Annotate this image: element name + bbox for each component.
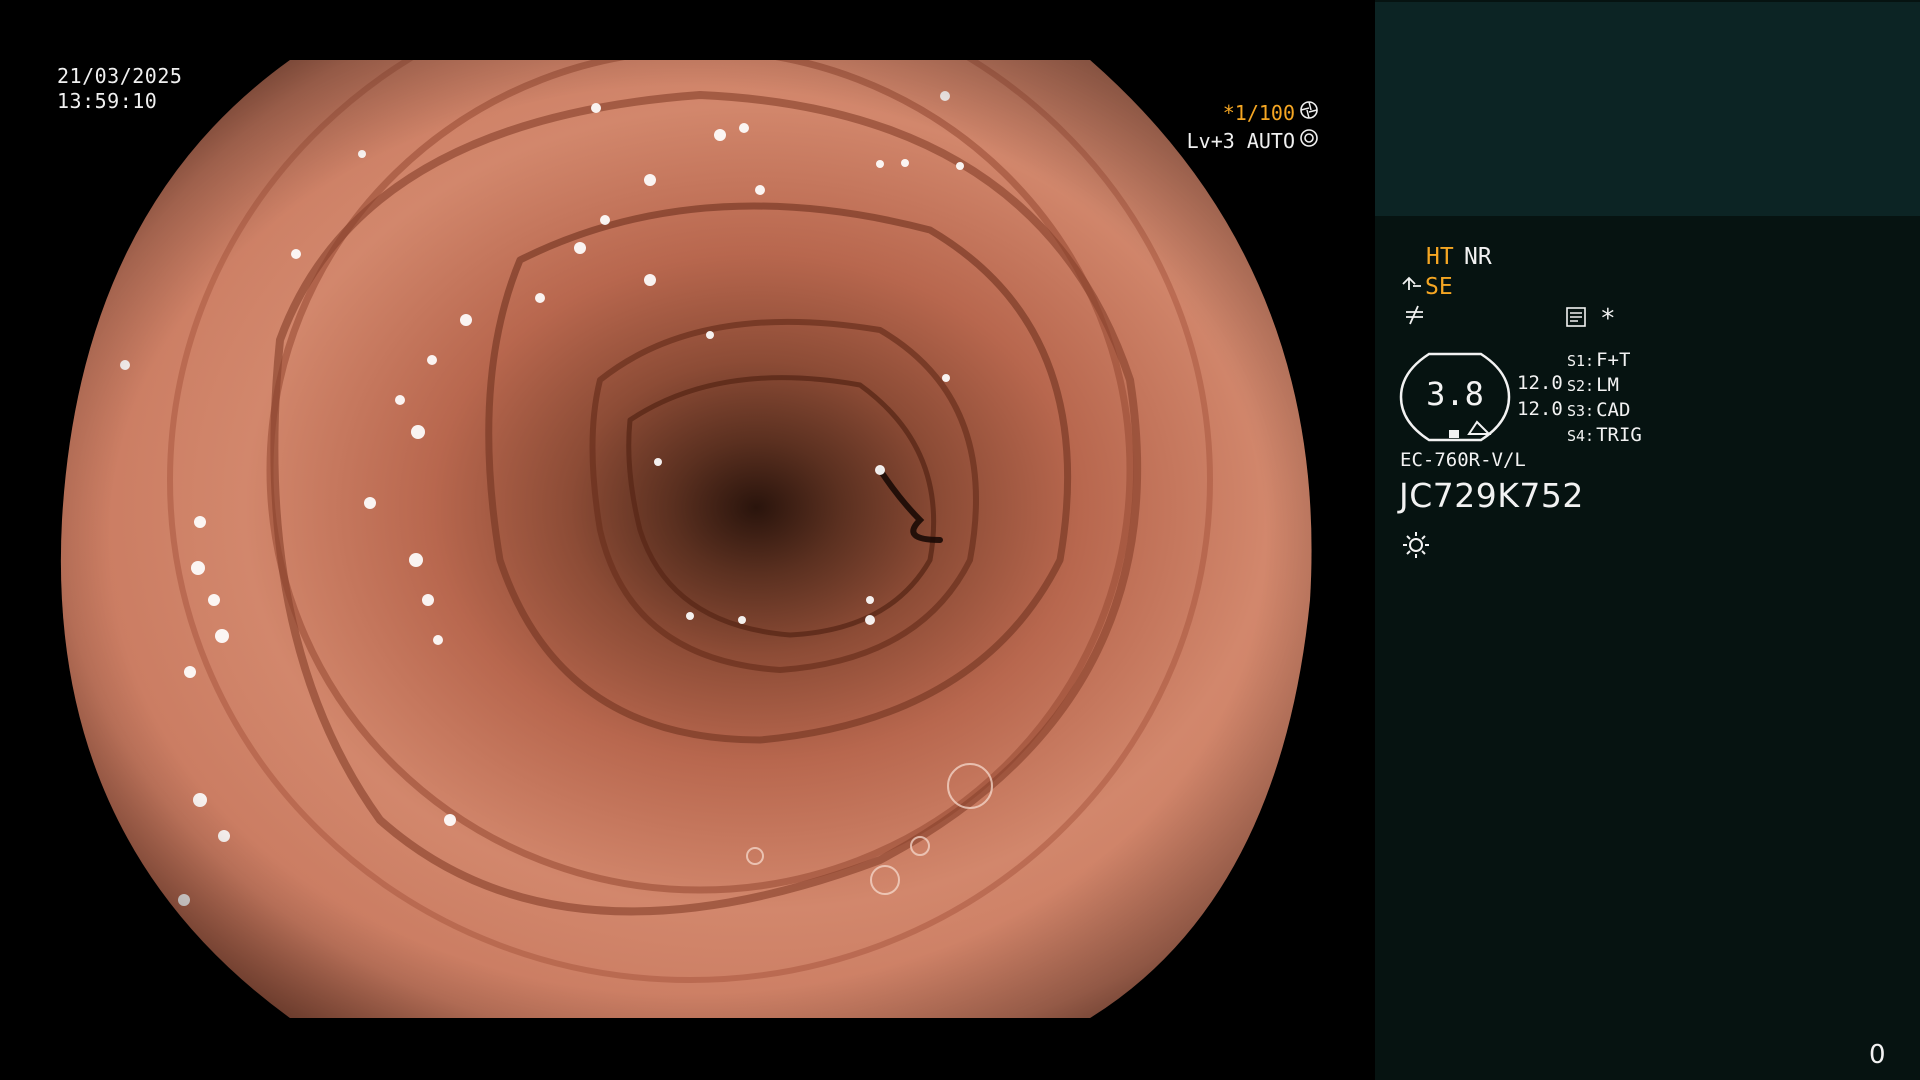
light-source-icon <box>1401 530 1431 564</box>
iris-mode-value: Lv+3 AUTO <box>1186 128 1295 153</box>
date-display: 21/03/2025 <box>57 64 183 88</box>
structure-enhancement-row: SE <box>1401 274 1453 300</box>
marker-label: * <box>1600 304 1616 334</box>
time-display: 13:59:10 <box>57 89 158 113</box>
scope-info-panel: HT NR SE * 3.8 12.0 12.0 S1: F+T S2: LM … <box>1375 0 1920 1080</box>
endoscope-video-area: 21/03/2025 13:59:10 *1/100 Lv+3 AUTO <box>0 0 1375 1080</box>
switch-label: TRIG <box>1596 424 1642 446</box>
switch-label: F+T <box>1596 349 1631 371</box>
switch-assignment-4: S4: TRIG <box>1567 424 1642 446</box>
scope-serial-number: JC729K752 <box>1399 476 1584 515</box>
zoom-value: 3.8 <box>1426 375 1484 413</box>
switch-assignment-2: S2: LM <box>1567 374 1619 396</box>
ratio-value-2: 12.0 <box>1517 398 1563 420</box>
shutter-icon <box>1299 100 1319 125</box>
structure-enhancement-icon <box>1401 274 1423 300</box>
iris-icon <box>1299 128 1319 153</box>
record-icon <box>1565 306 1587 332</box>
frame-counter: 0 <box>1869 1040 1886 1070</box>
switch-key: S4: <box>1567 427 1595 445</box>
switch-label: LM <box>1596 374 1619 396</box>
endoscopic-lumen-image <box>60 60 1312 1018</box>
shutter-speed-indicator: *1/100 <box>1223 100 1319 125</box>
patient-info-box <box>1375 2 1920 216</box>
iris-mode-indicator: Lv+3 AUTO <box>1187 128 1319 153</box>
enhancement-mode-label: HT <box>1426 244 1454 270</box>
scope-model-label: EC-760R-V/L <box>1400 449 1526 471</box>
noise-reduction-label: NR <box>1464 244 1492 270</box>
enhancement-icon <box>1403 304 1427 332</box>
switch-key: S3: <box>1567 402 1595 420</box>
switch-label: CAD <box>1596 399 1631 421</box>
ratio-value-1: 12.0 <box>1517 372 1563 394</box>
structure-enhancement-label: SE <box>1425 274 1453 300</box>
switch-key: S1: <box>1567 352 1595 370</box>
shutter-speed-value: *1/100 <box>1222 100 1295 125</box>
switch-assignment-1: S1: F+T <box>1567 349 1630 371</box>
switch-key: S2: <box>1567 377 1595 395</box>
switch-assignment-3: S3: CAD <box>1567 399 1630 421</box>
